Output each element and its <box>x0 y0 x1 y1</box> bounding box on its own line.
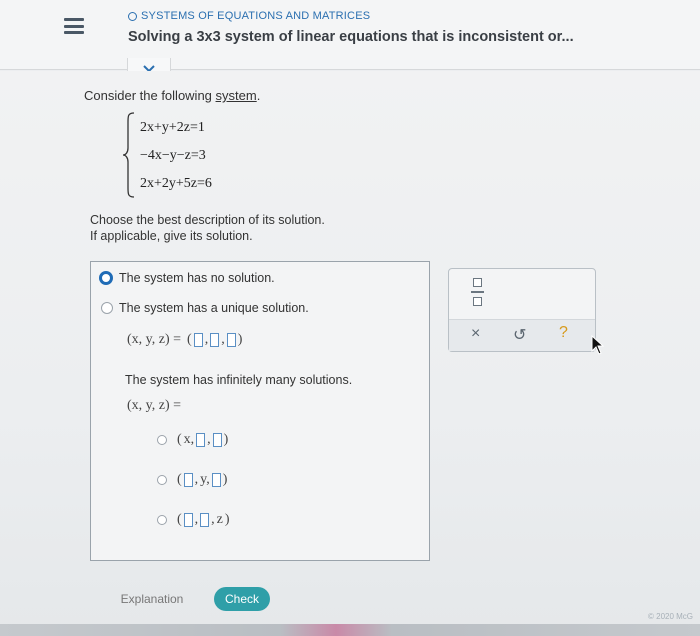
radio-icon[interactable] <box>157 435 167 445</box>
topic-text: SYSTEMS OF EQUATIONS AND MATRICES <box>141 10 371 22</box>
instruction-line-1: Choose the best description of its solut… <box>90 213 325 227</box>
topic-label: SYSTEMS OF EQUATIONS AND MATRICES <box>128 10 370 22</box>
infinite-x-z-input[interactable] <box>212 433 222 447</box>
prompt-period: . <box>256 88 261 103</box>
bottom-strip <box>0 624 700 636</box>
unique-lhs: (x, y, z) = <box>127 332 182 347</box>
menu-icon[interactable] <box>64 18 84 34</box>
copyright-text: © 2020 McG <box>648 612 694 621</box>
radio-icon[interactable] <box>157 475 167 485</box>
unique-solution-inputs: (x, y, z) = ( , , ) <box>127 332 243 347</box>
fraction-icon[interactable] <box>469 278 485 306</box>
option-no-solution[interactable]: The system has no solution. <box>99 271 275 285</box>
y-label: y, <box>200 472 210 487</box>
unique-z-input[interactable] <box>226 333 236 347</box>
option-unique-solution[interactable]: The system has a unique solution. <box>101 301 309 315</box>
option-unique-label: The system has a unique solution. <box>119 301 309 315</box>
infinite-option-y[interactable]: (, y,) <box>157 472 227 488</box>
check-button[interactable]: Check <box>214 587 270 611</box>
equation-3: 2x+2y+5z=6 <box>140 176 212 191</box>
top-bar: SYSTEMS OF EQUATIONS AND MATRICES Solvin… <box>0 0 700 70</box>
infinite-z-x-input[interactable] <box>183 513 193 527</box>
unique-y-input[interactable] <box>210 333 220 347</box>
close-icon[interactable]: × <box>471 325 480 343</box>
answer-panel: The system has no solution. The system h… <box>90 261 430 561</box>
infinite-z-y-input[interactable] <box>200 513 210 527</box>
undo-icon[interactable]: ↺ <box>513 325 526 345</box>
x-label: x, <box>183 432 195 447</box>
option-no-solution-label: The system has no solution. <box>119 271 275 285</box>
unique-x-input[interactable] <box>193 333 203 347</box>
option-infinite-label: The system has infinitely many solutions… <box>125 373 353 387</box>
equation-system: 2x+y+2z=1 −4x−y−z=3 2x+2y+5z=6 <box>122 112 262 198</box>
equation-1: 2x+y+2z=1 <box>140 120 205 135</box>
problem-prompt: Consider the following system. <box>84 88 260 103</box>
z-param-form: (,, z) <box>177 512 230 527</box>
open-paren: ( <box>187 332 192 347</box>
x-param-form: (x,,) <box>177 432 229 447</box>
mouse-cursor-icon <box>591 335 605 355</box>
radio-selected-icon[interactable] <box>99 271 113 285</box>
topic-circle-icon <box>128 11 137 21</box>
prompt-text: Consider the following <box>84 88 212 103</box>
infinite-lhs: (x, y, z) = <box>127 398 182 413</box>
math-toolbar: × ↺ ? <box>448 268 596 352</box>
close-paren: ) <box>237 332 243 347</box>
instruction-line-2: If applicable, give its solution. <box>90 229 253 243</box>
help-icon[interactable]: ? <box>559 324 568 342</box>
left-brace-icon <box>122 112 135 198</box>
infinite-x-y-input[interactable] <box>196 433 206 447</box>
page-title: Solving a 3x3 system of linear equations… <box>128 29 574 45</box>
system-link[interactable]: system <box>216 88 257 103</box>
y-param-form: (, y,) <box>177 472 228 487</box>
radio-icon[interactable] <box>101 302 113 314</box>
z-label: z <box>216 512 223 527</box>
infinite-y-z-input[interactable] <box>211 473 221 487</box>
equation-2: −4x−y−z=3 <box>140 148 206 163</box>
infinite-y-x-input[interactable] <box>183 473 193 487</box>
infinite-option-x[interactable]: (x,,) <box>157 432 228 448</box>
instructions: Choose the best description of its solut… <box>90 212 325 244</box>
infinite-option-z[interactable]: (,, z) <box>157 512 230 528</box>
explanation-button[interactable]: Explanation <box>112 587 192 611</box>
radio-icon[interactable] <box>157 515 167 525</box>
